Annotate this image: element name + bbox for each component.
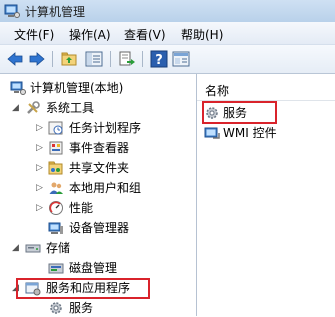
expand-triangle-icon[interactable]: ▷ [36,139,43,157]
highlight-box [202,101,277,124]
tree-label: 存储 [46,241,71,255]
wmi-control-icon [204,127,220,139]
expand-triangle-icon[interactable]: ▷ [36,159,43,177]
tree-label: 计算机管理(本地) [30,81,124,95]
device-manager-icon [48,222,63,234]
tree-item-storage[interactable]: ◢ 存储 [12,239,192,257]
disk-management-icon [48,263,64,274]
navigation-tree: 计算机管理(本地) ◢ 系统工具 ▷ 任务计划程序 ▷ 事件查看器 ▷ 共享文件… [0,74,197,316]
tree-label: 本地用户和组 [69,181,142,195]
highlight-box [16,278,150,299]
tree-label: 磁盘管理 [69,261,118,275]
back-arrow-icon[interactable] [6,50,24,68]
tree-item-event-viewer[interactable]: ▷ 事件查看器 [36,139,191,157]
column-header-label: 名称 [205,84,230,98]
tree-item-shared-folders[interactable]: ▷ 共享文件夹 [36,159,191,177]
tree-label: 任务计划程序 [69,121,142,135]
tree-label: 设备管理器 [69,221,130,235]
tree-item-system-tools[interactable]: ◢ 系统工具 [12,99,192,117]
tree-label: 服务 [69,301,94,315]
expand-triangle-icon[interactable]: ▷ [36,119,43,137]
menu-bar: 文件(F) 操作(A) 查看(V) 帮助(H) [0,22,335,45]
tree-label: 共享文件夹 [69,161,130,175]
menu-file[interactable]: 文件(F) [14,26,54,43]
event-viewer-icon [49,141,63,155]
toolbar: ? [0,45,335,74]
forward-arrow-icon[interactable] [28,50,46,68]
tree-label: 事件查看器 [69,141,130,155]
toolbar-separator [142,51,143,67]
list-item-wmi-control[interactable]: WMI 控件 [204,124,329,142]
tree-label: 性能 [69,201,94,215]
tree-item-services[interactable]: 服务 [48,299,191,317]
performance-icon [49,201,63,215]
list-item-label: WMI 控件 [223,126,277,140]
tree-item-local-users[interactable]: ▷ 本地用户和组 [36,179,191,197]
clock-icon [48,121,63,135]
expand-triangle-icon[interactable]: ▷ [36,199,43,217]
toolbar-separator [52,51,53,67]
column-header-name[interactable]: 名称 [197,78,335,101]
window-title: 计算机管理 [25,5,86,19]
storage-icon [25,244,41,253]
tools-icon [27,101,40,114]
up-folder-icon[interactable] [60,50,78,68]
tree-item-performance[interactable]: ▷ 性能 [36,199,191,217]
title-bar: 计算机管理 [0,0,335,22]
svg-text:?: ? [155,53,163,68]
collapse-triangle-icon[interactable]: ◢ [12,239,19,257]
toolbar-separator [110,51,111,67]
users-icon [49,182,63,194]
tree-item-task-scheduler[interactable]: ▷ 任务计划程序 [36,119,191,137]
collapse-triangle-icon[interactable]: ◢ [12,99,19,117]
expand-triangle-icon[interactable]: ▷ [36,179,43,197]
export-icon[interactable] [118,50,136,68]
help-icon[interactable]: ? [150,50,168,68]
tree-item-device-manager[interactable]: 设备管理器 [48,219,191,237]
computer-management-icon [10,81,26,95]
properties-icon[interactable] [172,50,190,68]
menu-help[interactable]: 帮助(H) [181,26,223,43]
gear-icon [50,302,62,314]
tree-item-computer-management[interactable]: 计算机管理(本地) [10,79,190,97]
computer-management-icon [4,4,20,18]
shared-folder-icon [48,161,63,175]
details-pane: 名称 服务 WMI 控件 [197,74,335,316]
tree-label: 系统工具 [46,101,95,115]
menu-view[interactable]: 查看(V) [124,26,166,43]
tree-item-disk-management[interactable]: 磁盘管理 [48,259,191,277]
show-tree-icon[interactable] [85,50,103,68]
menu-action[interactable]: 操作(A) [69,26,111,43]
